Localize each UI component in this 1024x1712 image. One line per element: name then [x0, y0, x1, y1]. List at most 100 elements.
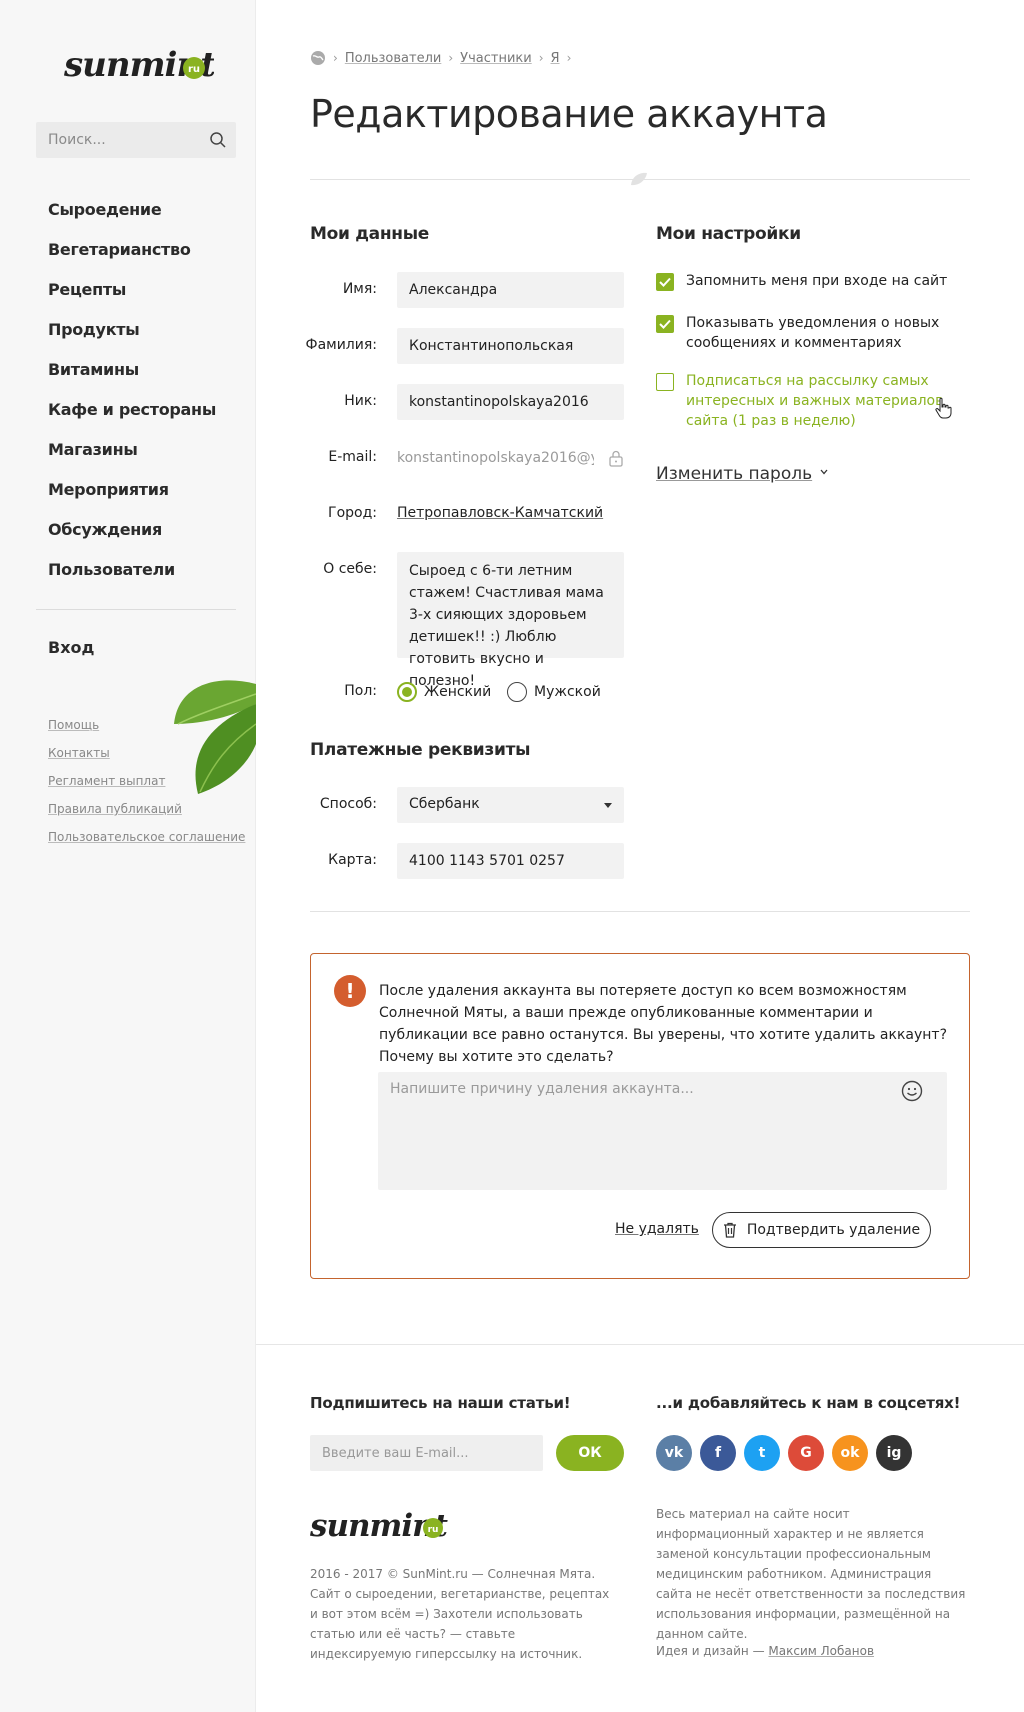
subscribe-ok-button[interactable]: ОК [556, 1435, 624, 1471]
payment-method-select[interactable]: Сбербанк [397, 787, 624, 823]
search-box [36, 122, 236, 158]
checkbox-checked-icon [656, 273, 674, 291]
sidebar: sunmint ru Сыроедение Вегетарианство Рец… [0, 0, 256, 1712]
cancel-delete-link[interactable]: Не удалять [615, 1221, 699, 1237]
remember-me-checkbox[interactable]: Запомнить меня при входе на сайт [656, 271, 970, 293]
search-input[interactable] [36, 122, 196, 158]
sidebar-links: Помощь Контакты Регламент выплат Правила… [48, 718, 245, 858]
link-publication-rules[interactable]: Правила публикаций [48, 802, 245, 830]
nav-item-cafes[interactable]: Кафе и рестораны [48, 398, 216, 438]
subscribe-title: Подпишитесь на наши статьи! [310, 1394, 571, 1412]
search-icon[interactable] [209, 131, 227, 149]
breadcrumb-members[interactable]: Участники [460, 51, 532, 66]
footer-divider [256, 1344, 1024, 1345]
breadcrumb-separator: › [566, 51, 572, 65]
card-label: Карта: [328, 852, 377, 868]
change-password-toggle[interactable]: Изменить пароль [656, 464, 828, 484]
last-name-row: Фамилия: [306, 328, 624, 364]
about-textarea[interactable]: Сыроед с 6-ти летним стажем! Счастливая … [397, 552, 624, 689]
login-link[interactable]: Вход [48, 638, 94, 657]
nav-item-recipes[interactable]: Рецепты [48, 278, 216, 318]
sunmint-logo[interactable]: sunmint ru [64, 38, 214, 90]
author-link[interactable]: Максим Лобанов [768, 1644, 874, 1658]
city-link[interactable]: Петропавловск-Камчатский [397, 505, 603, 521]
trash-icon [723, 1222, 736, 1238]
confirm-delete-button[interactable]: Подтвердить удаление [712, 1212, 931, 1248]
nick-row: Ник: [310, 384, 624, 420]
nav-item-vitamins[interactable]: Витамины [48, 358, 216, 398]
warning-icon: ! [334, 975, 366, 1007]
chevron-down-icon [820, 469, 828, 475]
email-field [397, 440, 624, 476]
checkbox-unchecked-icon [656, 373, 674, 391]
city-row: Город: Петропавловск-Камчатский [310, 496, 624, 532]
social-links: vk f t G ok ig [656, 1435, 920, 1471]
odnoklassniki-icon[interactable]: ok [832, 1435, 868, 1471]
nav-item-shops[interactable]: Магазины [48, 438, 216, 478]
instagram-icon[interactable]: ig [876, 1435, 912, 1471]
notifications-label: Показывать уведомления о новых сообщения… [686, 315, 940, 351]
gender-label: Пол: [344, 683, 377, 699]
gender-male-radio[interactable]: Мужской [507, 682, 601, 702]
link-user-agreement[interactable]: Пользовательское соглашение [48, 830, 245, 858]
gender-female-radio[interactable]: Женский [397, 682, 491, 702]
footer-disclaimer: Весь материал на сайте носит информацион… [656, 1507, 966, 1641]
breadcrumb-me[interactable]: Я [551, 51, 560, 66]
footer-logo-badge: ru [428, 1525, 439, 1535]
nav-item-products[interactable]: Продукты [48, 318, 216, 358]
my-data-title: Мои данные [310, 224, 430, 244]
email-label: E-mail: [328, 449, 377, 465]
about-row: О себе: Сыроед с 6-ти летним стажем! Сча… [310, 552, 624, 689]
nav-item-discussions[interactable]: Обсуждения [48, 518, 216, 558]
nav-item-vegetarianism[interactable]: Вегетарианство [48, 238, 216, 278]
payment-method-value: Сбербанк [409, 796, 480, 812]
radio-checked-icon [397, 682, 417, 702]
first-name-input[interactable] [397, 272, 624, 308]
card-input[interactable] [397, 843, 624, 879]
last-name-label: Фамилия: [305, 337, 377, 353]
city-label: Город: [328, 505, 377, 521]
about-label: О себе: [323, 561, 377, 577]
nav-item-events[interactable]: Мероприятия [48, 478, 216, 518]
nick-input[interactable] [397, 384, 624, 420]
nav-item-users[interactable]: Пользователи [48, 558, 216, 598]
vk-icon[interactable]: vk [656, 1435, 692, 1471]
smiley-icon[interactable] [901, 1080, 923, 1102]
first-name-row: Имя: [310, 272, 624, 308]
page-title: Редактирование аккаунта [310, 92, 828, 136]
gender-row: Пол: Женский Мужской [310, 674, 624, 710]
settings-title: Мои настройки [656, 224, 801, 244]
payment-method-row: Способ: Сбербанк [310, 787, 624, 823]
gender-female-label: Женский [424, 684, 492, 700]
delete-reason-input[interactable] [378, 1072, 947, 1190]
site-description: Сайт о сыроедении, вегетарианстве, рецеп… [310, 1587, 610, 1661]
link-help[interactable]: Помощь [48, 718, 245, 746]
newsletter-checkbox[interactable]: Подписаться на рассылку самых интересных… [656, 371, 970, 433]
author-prefix: Идея и дизайн — [656, 1644, 765, 1658]
footer-about: 2016 - 2017 © SunMint.ru — Солнечная Мят… [310, 1564, 610, 1664]
payment-title: Платежные реквизиты [310, 740, 531, 760]
breadcrumb-separator: › [448, 51, 454, 65]
last-name-input[interactable] [397, 328, 624, 364]
subscribe-email-input[interactable] [310, 1435, 543, 1471]
breadcrumb: › Пользователи › Участники › Я › [310, 50, 578, 66]
facebook-icon[interactable]: f [700, 1435, 736, 1471]
first-name-label: Имя: [342, 281, 377, 297]
lock-icon [609, 450, 623, 467]
card-row: Карта: [310, 843, 624, 879]
link-contacts[interactable]: Контакты [48, 746, 245, 774]
notifications-checkbox[interactable]: Показывать уведомления о новых сообщения… [656, 313, 970, 355]
caret-down-icon [604, 803, 612, 808]
twitter-icon[interactable]: t [744, 1435, 780, 1471]
nav-item-raw-food[interactable]: Сыроедение [48, 198, 216, 238]
social-title: ...и добавляйтесь к нам в соцсетях! [656, 1394, 961, 1412]
footer-logo[interactable]: sunmint ru [310, 1502, 452, 1550]
globe-icon[interactable] [310, 50, 326, 66]
logo-badge: ru [188, 64, 200, 75]
google-icon[interactable]: G [788, 1435, 824, 1471]
breadcrumb-separator: › [538, 51, 544, 65]
link-payout-rules[interactable]: Регламент выплат [48, 774, 245, 802]
gender-male-label: Мужской [534, 684, 601, 700]
breadcrumb-users[interactable]: Пользователи [345, 51, 442, 66]
footer-author: Идея и дизайн — Максим Лобанов [656, 1644, 874, 1658]
